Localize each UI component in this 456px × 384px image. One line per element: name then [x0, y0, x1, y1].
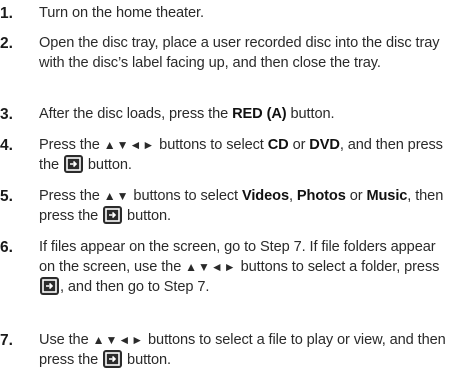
enter-icon — [40, 277, 59, 295]
step-number: 3. — [0, 106, 13, 123]
text-segment: Press the — [39, 188, 104, 204]
option-photos: Photos — [296, 188, 346, 204]
text-segment: , — [288, 188, 297, 204]
text-segment: buttons to select — [155, 137, 268, 153]
instruction-steps: 1. Turn on the home theater. 2. Open the… — [0, 0, 456, 384]
text-segment: button. — [123, 208, 171, 224]
step-text: Open the disc tray, place a user recorde… — [39, 35, 440, 71]
text-segment: , and then go to Step 7. — [60, 279, 210, 295]
step-number: 6. — [0, 239, 13, 256]
text-segment: button. — [123, 352, 171, 368]
step-number: 4. — [0, 137, 13, 154]
option-videos: Videos — [241, 188, 289, 204]
step-text: Press the ▲▼ buttons to select Videos, P… — [39, 186, 454, 226]
text-segment: buttons to select a folder, press — [236, 259, 440, 275]
option-cd: CD — [267, 137, 289, 153]
text-segment: Use the — [39, 332, 93, 348]
option-music: Music — [366, 188, 408, 204]
step-text: If files appear on the screen, go to Ste… — [39, 237, 454, 297]
step-text: Press the ▲▼◄► buttons to select CD or D… — [39, 135, 454, 175]
red-a-button-label: RED (A) — [232, 106, 287, 122]
text-segment: After the disc loads, press the — [39, 106, 233, 122]
arrow-buttons-icon: ▲▼ — [103, 189, 130, 203]
step-number: 5. — [0, 188, 13, 205]
step-text: Use the ▲▼◄► buttons to select a file to… — [39, 330, 454, 370]
enter-icon — [103, 206, 123, 224]
text-segment: or — [288, 137, 310, 153]
arrow-buttons-icon: ▲▼◄► — [185, 260, 237, 274]
step-text: Turn on the home theater. — [39, 5, 204, 21]
text-segment: button. — [286, 106, 335, 122]
step-number: 2. — [0, 35, 13, 52]
option-dvd: DVD — [309, 137, 340, 153]
step-number: 1. — [0, 5, 13, 22]
step-number: 7. — [0, 332, 13, 349]
text-segment: button. — [83, 157, 132, 173]
text-segment: buttons to select — [129, 188, 242, 204]
text-segment: or — [345, 188, 367, 204]
enter-icon — [63, 155, 83, 173]
step-text: After the disc loads, press the RED (A) … — [39, 104, 454, 124]
arrow-buttons-icon: ▲▼◄► — [103, 138, 156, 152]
arrow-buttons-icon: ▲▼◄► — [92, 333, 145, 347]
enter-icon — [103, 350, 123, 368]
text-segment: Press the — [39, 137, 104, 153]
